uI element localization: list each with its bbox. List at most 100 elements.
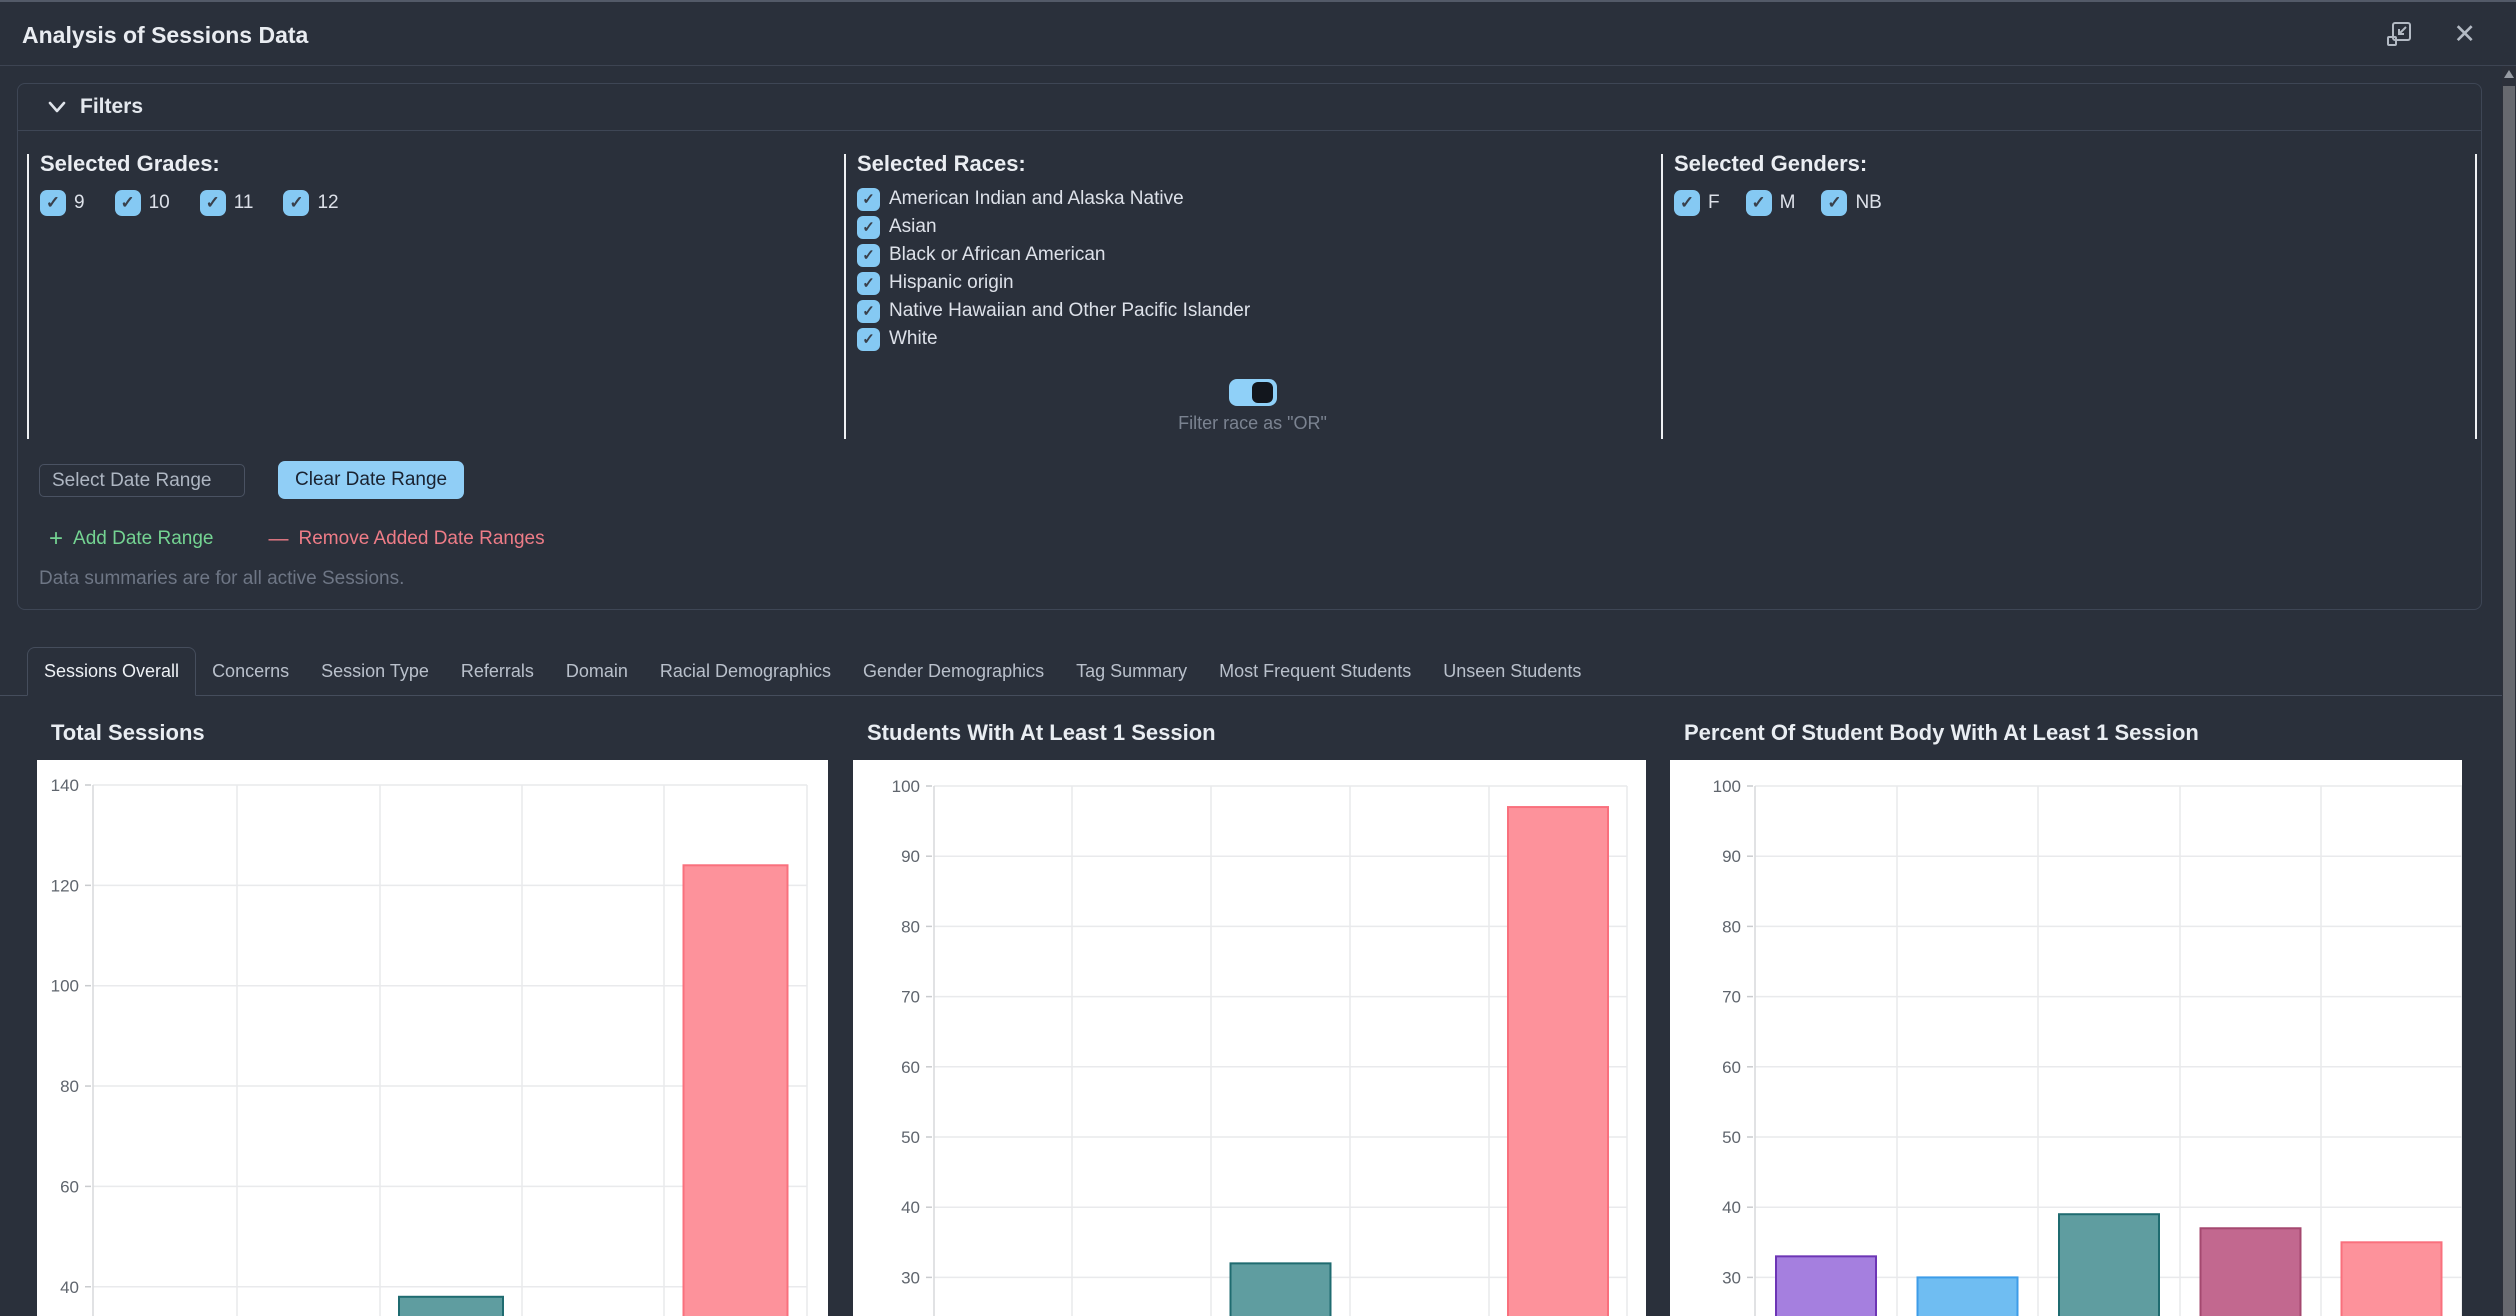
bar [2340,1241,2443,1316]
tab-sessions-overall[interactable]: Sessions Overall [27,647,197,696]
grade-checkbox[interactable]: ✓ 12 [283,190,339,216]
checkbox-checked-icon[interactable]: ✓ [1745,190,1772,216]
bar [1229,1262,1332,1316]
add-date-range-button[interactable]: + Add Date Range [49,525,214,552]
tab-domain[interactable]: Domain [550,648,644,695]
gender-checkbox-label: NB [1855,192,1882,213]
y-axis-tick-label: 100 [1713,777,1741,796]
chart-plot-area: 140 120 100 80 60 40 [37,760,828,1316]
race-checkbox-label: Black or African American [889,244,1106,265]
column-separator [2475,154,2477,439]
tab-gender-demographics[interactable]: Gender Demographics [847,648,1060,695]
checkbox-checked-icon[interactable]: ✓ [857,327,880,351]
checkbox-checked-icon[interactable]: ✓ [857,299,880,323]
tab-concerns[interactable]: Concerns [196,648,305,695]
checkbox-checked-icon[interactable]: ✓ [857,187,880,211]
grade-checkbox-label: 11 [233,192,254,213]
checkbox-checked-icon[interactable]: ✓ [199,190,226,216]
y-axis-tick-label: 80 [1722,917,1741,936]
race-checkbox[interactable]: ✓ Black or African American [857,241,1661,269]
grades-filter-column: Selected Grades: ✓ 9 ✓ 10 ✓ 11 ✓ 12 [27,131,844,439]
tab-unseen-students[interactable]: Unseen Students [1427,648,1597,695]
race-checkbox[interactable]: ✓ White [857,325,1661,353]
filters-title: Filters [80,95,144,118]
checkbox-checked-icon[interactable]: ✓ [857,271,880,295]
grade-checkbox[interactable]: ✓ 11 [199,190,254,216]
gender-checkbox[interactable]: ✓ M [1745,190,1796,216]
bar [1507,806,1609,1316]
race-checkbox[interactable]: ✓ Asian [857,213,1661,241]
checkbox-checked-icon[interactable]: ✓ [1674,190,1700,216]
races-checkbox-list: ✓ American Indian and Alaska Native ✓ Asian… [857,185,1661,353]
race-or-toggle[interactable] [1228,379,1277,406]
tab-bar: Sessions Overall Concerns Session Type Refe… [0,647,2502,696]
y-axis-tick-label: 40 [60,1278,79,1297]
gender-checkbox[interactable]: ✓ F [1674,190,1720,216]
race-checkbox[interactable]: ✓ American Indian and Alaska Native [857,185,1661,213]
restore-window-icon[interactable] [2385,20,2413,48]
grade-checkbox[interactable]: ✓ 9 [40,190,85,216]
checkbox-checked-icon[interactable]: ✓ [857,243,880,267]
checkbox-checked-icon[interactable]: ✓ [857,215,880,239]
y-axis-tick-label: 70 [1722,988,1741,1007]
chart-svg: 140 120 100 80 60 40 [51,776,808,1316]
scrollbar[interactable] [2502,66,2516,1316]
date-range-links: + Add Date Range — Remove Added Date Ran… [49,525,545,552]
tab-tag-summary[interactable]: Tag Summary [1060,648,1203,695]
y-axis-tick-label: 50 [1722,1128,1741,1147]
bar [2058,1213,2160,1316]
tab-referrals[interactable]: Referrals [445,648,550,695]
y-axis-tick-label: 140 [51,776,79,795]
close-icon[interactable]: ✕ [2453,20,2476,48]
gender-checkbox-label: F [1708,192,1720,213]
y-axis-tick-label: 60 [1722,1058,1741,1077]
chevron-down-icon [48,101,66,113]
checkbox-checked-icon[interactable]: ✓ [40,190,66,216]
gender-checkbox[interactable]: ✓ NB [1821,190,1882,216]
tab-most-frequent-students[interactable]: Most Frequent Students [1203,648,1427,695]
race-checkbox-label: Native Hawaiian and Other Pacific Island… [889,300,1251,321]
genders-checkbox-list: ✓ F ✓ M ✓ NB [1674,190,2475,216]
checkbox-checked-icon[interactable]: ✓ [114,190,141,216]
y-axis-tick-label: 40 [1722,1198,1741,1217]
tab-racial-demographics[interactable]: Racial Demographics [644,648,847,695]
y-axis-tick-label: 90 [1722,847,1741,866]
race-checkbox[interactable]: ✓ Native Hawaiian and Other Pacific Islan… [857,297,1661,325]
race-checkbox-label: American Indian and Alaska Native [889,188,1184,209]
checkbox-checked-icon[interactable]: ✓ [1821,190,1848,216]
gender-checkbox-label: M [1779,192,1796,213]
tab-session-type[interactable]: Session Type [305,648,445,695]
race-checkbox-label: Asian [889,216,937,237]
y-axis-tick-label: 70 [901,988,920,1007]
y-axis-tick-label: 90 [901,847,920,866]
bar [398,1295,504,1316]
chart-title: Total Sessions [51,720,205,745]
y-axis-tick-label: 80 [60,1077,79,1096]
grade-checkbox[interactable]: ✓ 10 [114,190,170,216]
plus-icon: + [49,525,64,552]
genders-filter-column: Selected Genders: ✓ F ✓ M ✓ NB [1661,131,2475,439]
title-bar: Analysis of Sessions Data ✕ [0,2,2516,66]
y-axis-tick-label: 100 [51,977,79,996]
remove-date-ranges-button[interactable]: — Remove Added Date Ranges [269,528,545,550]
date-range-input[interactable] [39,464,245,497]
scroll-up-arrow-icon[interactable] [2504,70,2514,78]
filters-columns: Selected Grades: ✓ 9 ✓ 10 ✓ 11 ✓ 12 Selected Ra… [18,131,2481,439]
grade-checkbox-label: 12 [317,192,339,213]
bar [2199,1227,2302,1316]
y-axis-tick-label: 100 [892,777,920,796]
race-or-toggle-label: Filter race as "OR" [1178,413,1327,433]
scrollbar-thumb[interactable] [2503,86,2515,1316]
y-axis-tick-label: 80 [901,917,920,936]
checkbox-checked-icon[interactable]: ✓ [283,190,310,216]
chart-title: Students With At Least 1 Session [867,720,1216,745]
y-axis-tick-label: 120 [51,876,79,895]
filters-header[interactable]: Filters [18,84,2481,131]
clear-date-range-button[interactable]: Clear Date Range [278,461,465,499]
chart-plot-area: 100 90 80 70 60 50 40 30 [853,760,1646,1316]
bar [1916,1276,2019,1316]
race-checkbox[interactable]: ✓ Hispanic origin [857,269,1661,297]
chart-plot-area: 100 90 80 70 60 50 40 30 [1670,760,2463,1316]
chart-svg: 100 90 80 70 60 50 40 30 [892,777,1628,1316]
race-or-toggle-knob [1251,382,1273,403]
